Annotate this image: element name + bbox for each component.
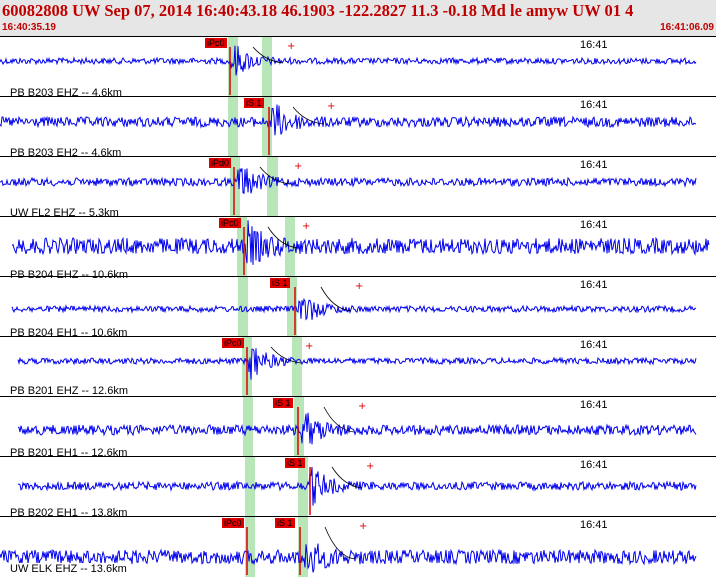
pick-label[interactable]: iS 1: [275, 518, 295, 528]
coda-cross-icon: +: [287, 41, 295, 52]
trace-panel[interactable]: + iPd0 16:41 UW FL2 EHZ -- 5.3km: [0, 156, 716, 219]
pick-label[interactable]: iS 1: [244, 98, 264, 108]
trace-panel[interactable]: + iS 1 16:41 PB B201 EH1 -- 12.6km: [0, 396, 716, 459]
waveform: [17, 412, 697, 445]
trace-panel[interactable]: + iS 1 16:41 PB B203 EH2 -- 4.6km: [0, 96, 716, 159]
pick-label[interactable]: iPc0: [219, 218, 241, 228]
trace-panel[interactable]: + iS 1 16:41 PB B202 EH1 -- 13.8km: [0, 456, 716, 519]
pick-label[interactable]: iPc0: [222, 338, 244, 348]
seismogram-panels: + iPc0 16:41 PB B203 EHZ -- 4.6km + iS 1 16:41…: [0, 36, 716, 578]
coda-cross-icon: +: [355, 281, 363, 292]
coda-cross-icon: +: [327, 101, 335, 112]
waveform: [0, 168, 697, 195]
panel-time-label: 16:41: [580, 519, 608, 531]
start-time: 16:40:35.19: [2, 22, 56, 33]
coda-cross-icon: +: [302, 221, 310, 232]
trace-panel[interactable]: + iPc0 iS 1 16:41 UW ELK EHZ -- 13.6km: [0, 516, 716, 577]
coda-cross-icon: +: [294, 161, 302, 172]
pick-label[interactable]: iPc0: [205, 38, 227, 48]
panel-time-label: 16:41: [580, 39, 608, 51]
arrival-window: [243, 397, 253, 457]
pick-label[interactable]: iS 1: [285, 458, 305, 468]
pick-label[interactable]: iS 1: [270, 278, 290, 288]
waveform: [11, 297, 696, 321]
panel-time-label: 16:41: [580, 219, 608, 231]
station-label: UW ELK EHZ -- 13.6km: [10, 563, 127, 575]
pick-label[interactable]: iS 1: [273, 398, 293, 408]
trace-panel[interactable]: + iS 1 16:41 PB B204 EH1 -- 10.6km: [0, 276, 716, 339]
arrival-window: [228, 97, 238, 157]
arrival-window: [292, 337, 302, 397]
coda-cross-icon: +: [359, 521, 367, 532]
coda-cross-icon: +: [305, 341, 313, 352]
waveform: [17, 348, 697, 380]
panel-time-label: 16:41: [580, 399, 608, 411]
trace-panel[interactable]: + iPc0 16:41 PB B203 EHZ -- 4.6km: [0, 36, 716, 99]
arrival-window: [267, 157, 278, 217]
trace-panel[interactable]: + iPc0 16:41 PB B204 EHZ -- 10.6km: [0, 216, 716, 281]
panel-time-label: 16:41: [580, 279, 608, 291]
coda-cross-icon: +: [358, 401, 366, 412]
panel-time-label: 16:41: [580, 459, 608, 471]
panel-time-label: 16:41: [580, 159, 608, 171]
pick-label[interactable]: iPc0: [222, 518, 244, 528]
trace-canvas: +: [11, 217, 710, 277]
event-title: 60082808 UW Sep 07, 2014 16:40:43.18 46.…: [2, 1, 634, 20]
trace-panel[interactable]: + iPc0 16:41 PB B201 EHZ -- 12.6km: [0, 336, 716, 397]
waveform: [17, 466, 697, 506]
panel-time-label: 16:41: [580, 99, 608, 111]
end-time: 16:41:06.09: [660, 22, 714, 33]
pick-label[interactable]: iPd0: [209, 158, 232, 168]
coda-cross-icon: +: [366, 461, 374, 472]
header-bar: 60082808 UW Sep 07, 2014 16:40:43.18 46.…: [0, 0, 716, 36]
panel-time-label: 16:41: [580, 339, 608, 351]
arrival-window: [262, 37, 272, 97]
